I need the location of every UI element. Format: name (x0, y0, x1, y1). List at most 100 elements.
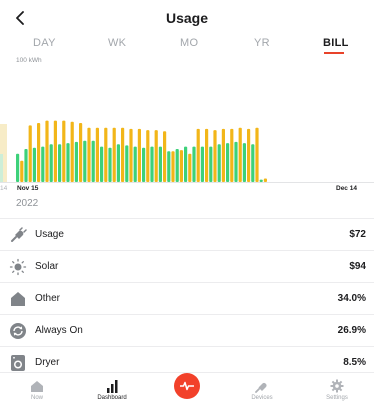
year-label: 2022 (16, 198, 39, 209)
usage-bar (179, 150, 183, 182)
previous-period-bar-solar (0, 154, 3, 182)
nav-now[interactable]: Now (12, 377, 62, 401)
solar-bar (41, 146, 45, 182)
list-item-value: 34.0% (337, 293, 366, 304)
solar-bar (32, 147, 36, 182)
solar-bar (58, 144, 62, 182)
solar-bar (16, 153, 20, 182)
solar-bar (184, 146, 188, 182)
usage-bar (95, 127, 99, 182)
solar-bar (108, 147, 112, 182)
nav-devices[interactable]: Devices (237, 377, 287, 401)
usage-bar (255, 127, 259, 182)
header: Usage (0, 0, 374, 36)
solar-bar (142, 147, 146, 182)
nav-label: Dashboard (97, 395, 127, 401)
x-start-label: Nov 15 (17, 185, 39, 192)
solar-bar (24, 149, 28, 182)
usage-bar (247, 128, 251, 182)
nav-dashboard[interactable]: Dashboard (87, 377, 137, 401)
usage-bar (163, 131, 167, 182)
usage-bar (263, 178, 267, 182)
usage-bar (230, 128, 234, 182)
usage-bar (213, 130, 217, 182)
left-edge-tick-label: 14 (0, 185, 8, 192)
tab-month[interactable]: MO (180, 37, 198, 49)
solar-bar (226, 143, 230, 182)
solar-bar (217, 144, 221, 182)
live-pulse-button[interactable] (174, 373, 200, 399)
usage-bar (112, 127, 116, 182)
solar-bar (150, 146, 154, 182)
bars-icon (107, 380, 118, 393)
usage-chart[interactable]: 100 kWh 14 Nov 15 Dec 14 (0, 54, 374, 194)
solar-bar (125, 145, 129, 182)
usage-bar (104, 127, 108, 182)
usage-bar (154, 130, 158, 182)
nav-label: Now (30, 395, 43, 401)
solar-bar (192, 146, 196, 182)
usage-bar (238, 127, 242, 182)
nav-settings[interactable]: Settings (312, 377, 362, 401)
solar-bar (116, 144, 120, 182)
tab-week[interactable]: WK (108, 37, 126, 49)
tab-bill[interactable]: BILL (323, 37, 349, 49)
list-item-usage[interactable]: Usage $72 (0, 218, 374, 250)
refresh-icon (9, 322, 27, 340)
solar-bar (167, 151, 171, 182)
list-item-label: Dryer (35, 357, 60, 368)
plug-icon (255, 383, 267, 393)
dryer-icon (9, 354, 27, 372)
house-icon (9, 290, 27, 308)
usage-bar (70, 121, 74, 182)
gear-icon (330, 379, 344, 393)
usage-bar (79, 123, 83, 182)
solar-bar (200, 146, 204, 182)
solar-bar (259, 179, 263, 182)
pulse-icon (180, 381, 194, 391)
plug-icon (9, 226, 27, 244)
usage-bar (87, 127, 91, 182)
list-item-solar[interactable]: Solar $94 (0, 250, 374, 282)
solar-bar (83, 140, 87, 182)
list-item-label: Always On (35, 325, 83, 336)
house-icon (31, 381, 43, 392)
list-item-label: Other (35, 293, 61, 304)
list-item-always-on[interactable]: Always On 26.9% (0, 314, 374, 346)
breakdown-list: Usage $72 Solar $94 Other 34.0% Always O… (0, 218, 374, 378)
tab-year[interactable]: YR (254, 37, 270, 49)
usage-chart-svg: 100 kWh 14 Nov 15 Dec 14 (0, 57, 374, 192)
solar-bar (100, 146, 104, 182)
usage-bar (20, 160, 24, 182)
tab-day[interactable]: DAY (33, 37, 56, 49)
usage-bar (137, 128, 141, 182)
x-end-label: Dec 14 (336, 185, 357, 192)
solar-bar (175, 149, 179, 182)
solar-bar (251, 144, 255, 182)
list-item-value: 8.5% (343, 357, 366, 368)
nav-label: Devices (251, 395, 273, 401)
bar-group (16, 120, 267, 182)
usage-bar (121, 127, 125, 182)
solar-bar (158, 146, 162, 182)
usage-bar (146, 130, 150, 182)
solar-bar (133, 146, 137, 182)
usage-bar (129, 128, 133, 182)
list-item-other[interactable]: Other 34.0% (0, 282, 374, 314)
usage-bar (171, 151, 175, 182)
solar-bar (74, 141, 78, 182)
list-item-label: Usage (35, 229, 64, 240)
solar-bar (66, 143, 70, 182)
usage-bar (188, 153, 192, 182)
y-axis-label: 100 kWh (16, 57, 42, 64)
usage-bar (45, 120, 49, 182)
usage-bar (28, 125, 32, 182)
period-tabs: DAY WK MO YR BILL (0, 37, 374, 55)
list-item-value: $72 (349, 229, 366, 240)
usage-bar (62, 120, 66, 182)
list-item-value: 26.9% (337, 325, 366, 336)
nav-label: Settings (326, 395, 348, 401)
solar-bar (234, 141, 238, 182)
usage-bar (37, 123, 41, 182)
usage-bar (196, 128, 200, 182)
